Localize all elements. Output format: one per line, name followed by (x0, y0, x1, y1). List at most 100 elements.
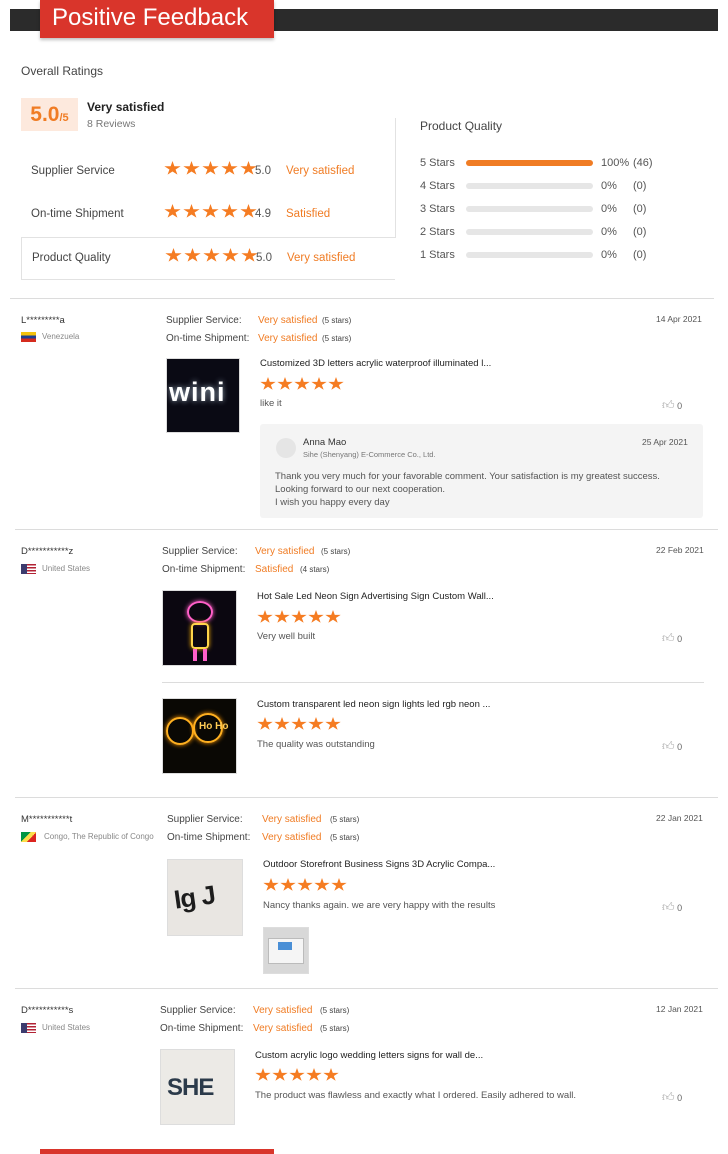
percent-value: 0% (601, 226, 617, 238)
product-thumbnail[interactable] (162, 590, 237, 666)
shipment-verdict: Satisfied (255, 564, 294, 575)
metric-label: Supplier Service (31, 165, 115, 177)
review-comment: Nancy thanks again. we are very happy wi… (263, 900, 496, 911)
supplier-verdict: Very satisfied (255, 546, 315, 557)
reply-text: Thank you very much for your favorable c… (275, 471, 660, 508)
review-date: 22 Feb 2021 (656, 545, 704, 555)
count-value: (46) (633, 157, 653, 169)
metric-label: On-time Shipment (31, 208, 124, 220)
star-level-label: 4 Stars (420, 180, 455, 192)
product-rating-stars (263, 878, 348, 897)
reviewer-name: D***********s (21, 1005, 74, 1016)
thumbs-up-icon: 👍︎ (662, 900, 675, 914)
product-thumbnail[interactable]: Ig J (167, 859, 243, 936)
rating-stars (164, 204, 259, 222)
supplier-verdict: Very satisfied (253, 1005, 313, 1016)
metric-value: 4.9 (255, 208, 271, 220)
shipment-stars: (4 stars) (300, 565, 330, 574)
progress-fill (466, 160, 593, 166)
product-title[interactable]: Custom acrylic logo wedding letters sign… (255, 1050, 483, 1061)
overall-verdict: Very satisfied (87, 100, 165, 114)
metric-row-product-quality[interactable]: Product Quality 5.0 Very satisfied (21, 237, 395, 280)
distribution-heading: Product Quality (420, 119, 503, 133)
percent-value: 100% (601, 157, 630, 169)
shipment-verdict: Very satisfied (253, 1023, 313, 1034)
product-rating-stars (257, 717, 342, 736)
product-rating-stars (255, 1068, 340, 1087)
progress-bar (466, 160, 593, 166)
review-date: 22 Jan 2021 (656, 813, 703, 823)
next-section-banner (40, 1149, 274, 1154)
product-title[interactable]: Hot Sale Led Neon Sign Advertising Sign … (257, 591, 494, 602)
metric-value: 5.0 (256, 252, 272, 264)
usa-flag-icon (21, 564, 36, 574)
reply-company: Sihe (Shenyang) E-Commerce Co., Ltd. (303, 450, 436, 459)
metric-value: 5.0 (255, 165, 271, 177)
distribution-row: 1 Stars 0% (0) (420, 249, 660, 263)
star-level-label: 2 Stars (420, 226, 455, 238)
product-title[interactable]: Custom transparent led neon sign lights … (257, 699, 490, 710)
review-comment: The product was flawless and exactly wha… (255, 1090, 577, 1101)
shipment-label: On-time Shipment: (166, 333, 250, 344)
product-thumbnail[interactable]: wini (166, 358, 240, 433)
supplier-verdict: Very satisfied (262, 814, 322, 825)
shipment-verdict: Very satisfied (262, 832, 322, 843)
thumbs-up-icon: 👍︎ (662, 631, 675, 645)
overall-score: 5.0/5 (21, 98, 78, 131)
percent-value: 0% (601, 180, 617, 192)
progress-bar (466, 183, 593, 189)
review-date: 12 Jan 2021 (656, 1004, 703, 1014)
review-date: 14 Apr 2021 (656, 314, 702, 324)
review-photo[interactable] (263, 927, 309, 974)
reviewer-name: D***********z (21, 546, 74, 557)
supplier-stars: (5 stars) (321, 547, 351, 556)
supplier-service-label: Supplier Service: (162, 546, 238, 557)
distribution-row: 3 Stars 0% (0) (420, 203, 660, 217)
review-item: D***********z United States Supplier Ser… (0, 530, 728, 798)
shipment-label: On-time Shipment: (167, 832, 251, 843)
supplier-stars: (5 stars) (322, 316, 352, 325)
seller-reply: Anna Mao Sihe (Shenyang) E-Commerce Co.,… (260, 424, 703, 518)
count-value: (0) (633, 226, 647, 238)
star-level-label: 3 Stars (420, 203, 455, 215)
usa-flag-icon (21, 1023, 36, 1033)
overall-ratings-heading: Overall Ratings (21, 64, 104, 78)
product-title[interactable]: Customized 3D letters acrylic waterproof… (260, 358, 491, 369)
reviewer-country: United States (21, 564, 90, 574)
like-button[interactable]: 👍︎ 0 (662, 900, 682, 915)
review-item: L*********a Venezuela Supplier Service: … (0, 298, 728, 530)
metric-verdict: Very satisfied (287, 252, 356, 264)
like-button[interactable]: 👍︎ 0 (662, 398, 682, 413)
product-thumbnail[interactable]: Ho Ho (162, 698, 237, 774)
supplier-stars: (5 stars) (330, 815, 360, 824)
percent-value: 0% (601, 249, 617, 261)
divider (162, 682, 704, 683)
percent-value: 0% (601, 203, 617, 215)
distribution-row: 5 Stars 100% (46) (420, 157, 660, 171)
reviewer-country: Venezuela (21, 332, 79, 342)
like-button[interactable]: 👍︎ 0 (662, 631, 682, 646)
rating-stars (164, 161, 259, 179)
progress-bar (466, 206, 593, 212)
metric-verdict: Very satisfied (286, 165, 355, 177)
shipment-label: On-time Shipment: (160, 1023, 244, 1034)
shipment-stars: (5 stars) (330, 833, 360, 842)
like-button[interactable]: 👍︎ 0 (662, 1090, 682, 1105)
thumbs-up-icon: 👍︎ (662, 1090, 675, 1104)
panel-divider (395, 118, 396, 238)
product-title[interactable]: Outdoor Storefront Business Signs 3D Acr… (263, 859, 495, 870)
metric-row-supplier-service[interactable]: Supplier Service 5.0 Very satisfied (21, 151, 395, 194)
count-value: (0) (633, 180, 647, 192)
reviewer-country: Congo, The Republic of Congo (21, 832, 154, 842)
product-rating-stars (260, 377, 345, 396)
star-level-label: 1 Stars (420, 249, 455, 261)
supplier-verdict: Very satisfied (258, 315, 318, 326)
product-thumbnail[interactable]: SHE (160, 1049, 235, 1125)
star-level-label: 5 Stars (420, 157, 455, 169)
supplier-stars: (5 stars) (320, 1006, 350, 1015)
progress-bar (466, 229, 593, 235)
like-button[interactable]: 👍︎ 0 (662, 739, 682, 754)
metric-row-ontime-shipment[interactable]: On-time Shipment 4.9 Satisfied (21, 194, 395, 237)
progress-bar (466, 252, 593, 258)
reviews-count: 8 Reviews (87, 118, 136, 130)
